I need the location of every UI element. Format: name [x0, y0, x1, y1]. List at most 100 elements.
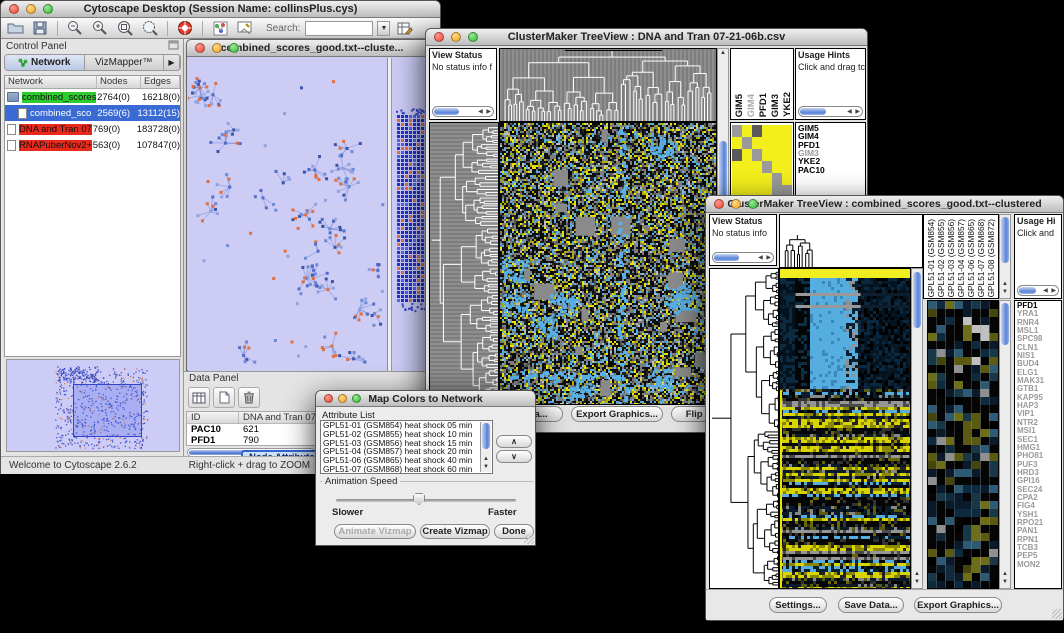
zoom-button[interactable] [229, 43, 239, 53]
tab-overflow-arrow[interactable]: ▶ [164, 55, 180, 70]
table-edit-icon[interactable] [395, 20, 415, 37]
close-button[interactable] [9, 4, 19, 14]
column-label[interactable]: GPL51-03 (GSM856) [946, 219, 956, 297]
tv2-status-hscrollbar[interactable]: ◀ ▶ [712, 252, 774, 263]
network-name: RNAPuberNov2+ [18, 140, 93, 151]
tv2-export-graphics-button[interactable]: Export Graphics... [914, 597, 1002, 613]
column-label[interactable]: GPL51-08 (GSM872) [986, 219, 996, 297]
tv1-top-dendrogram[interactable] [499, 48, 717, 122]
close-button[interactable] [324, 394, 333, 403]
tv1-export-graphics-button[interactable]: Export Graphics... [571, 406, 663, 422]
column-label[interactable]: GIM3 [770, 94, 781, 117]
close-button[interactable] [714, 199, 724, 209]
tv1-correlation-matrix[interactable] [732, 125, 792, 197]
search-dropdown-arrow[interactable]: ▼ [377, 21, 390, 36]
tv2-usage-hscrollbar[interactable]: ◀ ▶ [1017, 285, 1059, 296]
col-edges[interactable]: Edges [141, 76, 180, 88]
column-label[interactable]: GPL51-04 (GSM857) [956, 219, 966, 297]
network-list-row[interactable]: combined_sco2569(6)13112(15) [5, 105, 180, 121]
tv2-zoom-heatmap[interactable] [927, 300, 999, 589]
minimize-button[interactable] [26, 4, 36, 14]
gene-label[interactable]: PAC10 [798, 166, 863, 174]
tv2-labels-scrollbar[interactable]: ▲▼ [999, 214, 1011, 299]
slider-thumb[interactable] [413, 493, 425, 505]
zoom-button[interactable] [43, 4, 53, 14]
tv2-zoom-scrollbar[interactable]: ▲▼ [999, 300, 1011, 589]
tv1-usage-hscrollbar[interactable]: ◀ ▶ [798, 106, 863, 117]
delete-attribute-trash-icon[interactable] [238, 387, 260, 408]
tab-network[interactable]: Network [5, 55, 85, 70]
help-lifesaver-icon[interactable] [175, 20, 195, 37]
zoom-button[interactable] [468, 32, 478, 42]
animate-vizmap-button[interactable]: Animate Vizmap [334, 524, 416, 539]
network-list-row[interactable]: DNA and Tran 07769(0)183728(0) [5, 121, 180, 137]
create-vizmap-button[interactable]: Create Vizmap [420, 524, 490, 539]
network-list-row[interactable]: RNAPuberNov2+563(0)107847(0) [5, 137, 180, 153]
gene-label[interactable]: MON2 [1017, 561, 1059, 569]
move-up-button[interactable]: ∧ [496, 435, 532, 448]
zoom-in-icon[interactable] [90, 20, 110, 37]
main-titlebar[interactable]: Cytoscape Desktop (Session Name: collins… [1, 1, 440, 18]
column-label[interactable]: GIM4 [746, 94, 757, 117]
tv2-left-dendrogram[interactable] [709, 268, 779, 589]
attribute-list-scrollbar[interactable]: ▲▼ [480, 422, 491, 472]
tv1-heatmap[interactable] [499, 122, 717, 405]
zoom-button[interactable] [748, 199, 758, 209]
tv2-heatmap[interactable] [779, 268, 911, 589]
column-label[interactable]: PFD1 [758, 93, 769, 117]
col-nodes[interactable]: Nodes [97, 76, 141, 88]
column-label[interactable]: YKE2 [782, 92, 793, 117]
zoom-fit-icon[interactable] [115, 20, 135, 37]
float-panel-icon[interactable] [168, 40, 179, 53]
column-label[interactable]: GIM5 [734, 94, 745, 117]
tv2-settings-button[interactable]: Settings... [769, 597, 827, 613]
resize-grip[interactable] [524, 534, 534, 544]
view-status-text: No status info [710, 227, 776, 239]
network-canvas[interactable] [188, 58, 438, 371]
tv2-save-data-button[interactable]: Save Data... [838, 597, 904, 613]
network-overview-icon[interactable] [210, 20, 230, 37]
minimize-button[interactable] [731, 199, 741, 209]
birdseye-view[interactable] [6, 359, 180, 452]
zoom-button[interactable] [352, 394, 361, 403]
attribute-item[interactable]: GPL51-07 (GSM868) heat shock 60 min [321, 465, 492, 474]
network-list-header: Network Nodes Edges [5, 76, 180, 89]
save-session-button[interactable] [30, 20, 50, 37]
tv2-heatmap-scrollbar[interactable]: ▲▼ [911, 268, 923, 589]
search-input[interactable] [305, 21, 373, 36]
zoom-out-icon[interactable] [65, 20, 85, 37]
network-list-row[interactable]: combined_scores2764(0)16218(0) [5, 89, 180, 105]
column-label[interactable]: GPL51-01 (GSM854) [926, 219, 936, 297]
tv2-column-labels-panel: GPL51-01 (GSM854)GPL51-02 (GSM855)GPL51-… [923, 214, 999, 299]
close-button[interactable] [434, 32, 444, 42]
minimize-button[interactable] [212, 43, 222, 53]
col-network[interactable]: Network [5, 76, 97, 88]
move-down-button[interactable]: ∨ [496, 450, 532, 463]
attribute-list[interactable]: GPL51-01 (GSM854) heat shock 05 minGPL51… [320, 420, 493, 474]
close-button[interactable] [195, 43, 205, 53]
zoom-selected-icon[interactable] [140, 20, 160, 37]
new-attribute-icon[interactable] [213, 387, 235, 408]
tab-vizmapper[interactable]: VizMapper™ [85, 55, 165, 70]
treeview2-titlebar[interactable]: ClusterMaker TreeView : combined_scores_… [706, 196, 1063, 213]
tv1-left-dendrogram[interactable] [429, 122, 499, 405]
network-window-titlebar[interactable]: combined_scores_good.txt--cluste... [187, 40, 437, 57]
animation-speed-slider[interactable] [336, 499, 516, 502]
treeview1-titlebar[interactable]: ClusterMaker TreeView : DNA and Tran 07-… [426, 29, 867, 46]
tv1-usage-hints-panel: Usage Hints Click and drag tc ◀ ▶ [795, 48, 866, 120]
resize-grip[interactable] [1052, 609, 1062, 619]
attribute-table-icon[interactable] [188, 387, 210, 408]
column-label[interactable]: GPL51-06 (GSM865) [966, 219, 976, 297]
usage-hints-label: Usage Hi [1015, 215, 1061, 227]
column-label[interactable]: GPL51-07 (GSM868) [976, 219, 986, 297]
minimize-button[interactable] [451, 32, 461, 42]
tv2-top-dendrogram[interactable] [779, 214, 923, 268]
tv1-status-hscrollbar[interactable]: ◀ ▶ [432, 106, 494, 117]
search-label: Search: [266, 23, 300, 34]
annotation-icon[interactable] [235, 20, 255, 37]
column-label[interactable]: GPL51-02 (GSM855) [936, 219, 946, 297]
id-column-header[interactable]: ID [187, 412, 239, 423]
open-session-button[interactable] [5, 20, 25, 37]
minimize-button[interactable] [338, 394, 347, 403]
dialog-titlebar[interactable]: Map Colors to Network [316, 391, 535, 407]
